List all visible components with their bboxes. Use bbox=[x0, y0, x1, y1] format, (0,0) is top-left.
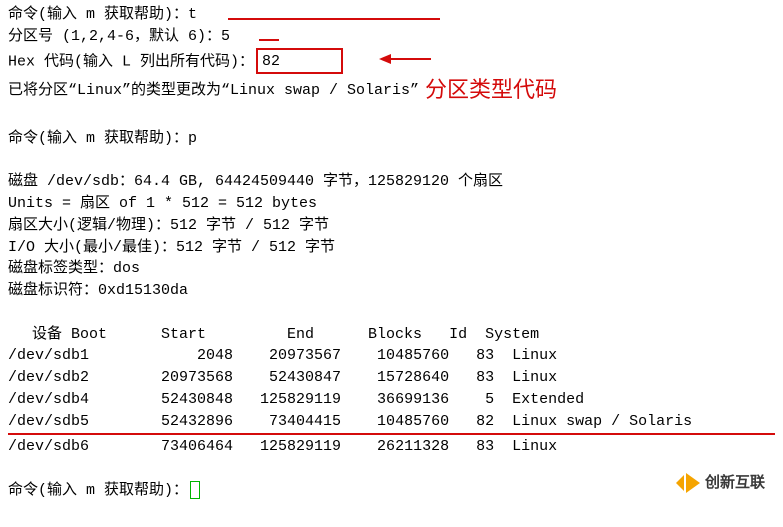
line-command-p: 命令(输入 m 获取帮助)：p bbox=[8, 128, 775, 150]
blank-line bbox=[8, 106, 775, 128]
prompt-text: 命令(输入 m 获取帮助)： bbox=[8, 6, 188, 23]
units-line: Units = 扇区 of 1 * 512 = 512 bytes bbox=[8, 193, 775, 215]
blank-line bbox=[8, 302, 775, 324]
arrow-icon bbox=[379, 52, 431, 66]
input-value: t bbox=[188, 6, 197, 23]
table-row: /dev/sdb2 20973568 52430847 15728640 83 … bbox=[8, 367, 775, 389]
blank-line bbox=[8, 458, 775, 480]
logo-icon bbox=[675, 470, 701, 496]
input-value: p bbox=[188, 130, 197, 147]
message-text: 已将分区“Linux”的类型更改为“Linux swap / Solaris” bbox=[8, 82, 419, 99]
highlight-separator bbox=[8, 433, 775, 435]
hex-code-value: 82 bbox=[262, 53, 280, 70]
blank-line bbox=[8, 150, 775, 172]
identifier-line: 磁盘标识符：0xd15130da bbox=[8, 280, 775, 302]
watermark-logo: 创新互联 bbox=[675, 470, 765, 496]
prompt-text: 分区号 (1,2,4-6，默认 6)： bbox=[8, 28, 221, 45]
io-size-line: I/O 大小(最小/最佳)：512 字节 / 512 字节 bbox=[8, 237, 775, 259]
disk-info-line: 磁盘 /dev/sdb：64.4 GB, 64424509440 字节，1258… bbox=[8, 171, 775, 193]
hex-code-highlight: 82 bbox=[256, 48, 343, 75]
logo-text: 创新互联 bbox=[705, 472, 765, 494]
line-command-cursor: 命令(输入 m 获取帮助)： bbox=[8, 480, 775, 502]
partition-table-header: 设备 Boot Start End Blocks Id System bbox=[32, 324, 775, 346]
annotation-underline-2 bbox=[259, 39, 279, 41]
annotation-text: 分区类型代码 bbox=[425, 74, 557, 106]
table-row: /dev/sdb5 52432896 73404415 10485760 82 … bbox=[8, 411, 775, 433]
prompt-text: Hex 代码(输入 L 列出所有代码)： bbox=[8, 53, 254, 70]
sector-size-line: 扇区大小(逻辑/物理)：512 字节 / 512 字节 bbox=[8, 215, 775, 237]
line-hex-code: Hex 代码(输入 L 列出所有代码)： 82 bbox=[8, 48, 775, 75]
table-row: /dev/sdb6 73406464 125829119 26211328 83… bbox=[8, 436, 775, 458]
prompt-text: 命令(输入 m 获取帮助)： bbox=[8, 130, 188, 147]
line-partition-num: 分区号 (1,2,4-6，默认 6)：5 bbox=[8, 26, 775, 48]
line-type-changed: 已将分区“Linux”的类型更改为“Linux swap / Solaris” 分… bbox=[8, 74, 775, 106]
line-command-t: 命令(输入 m 获取帮助)：t bbox=[8, 4, 775, 26]
annotation-underline-1 bbox=[228, 18, 440, 20]
input-value: 5 bbox=[221, 28, 230, 45]
label-type-line: 磁盘标签类型：dos bbox=[8, 258, 775, 280]
table-row: /dev/sdb4 52430848 125829119 36699136 5 … bbox=[8, 389, 775, 411]
table-row: /dev/sdb1 2048 20973567 10485760 83 Linu… bbox=[8, 345, 775, 367]
terminal-cursor[interactable] bbox=[190, 481, 200, 499]
prompt-text: 命令(输入 m 获取帮助)： bbox=[8, 482, 188, 499]
